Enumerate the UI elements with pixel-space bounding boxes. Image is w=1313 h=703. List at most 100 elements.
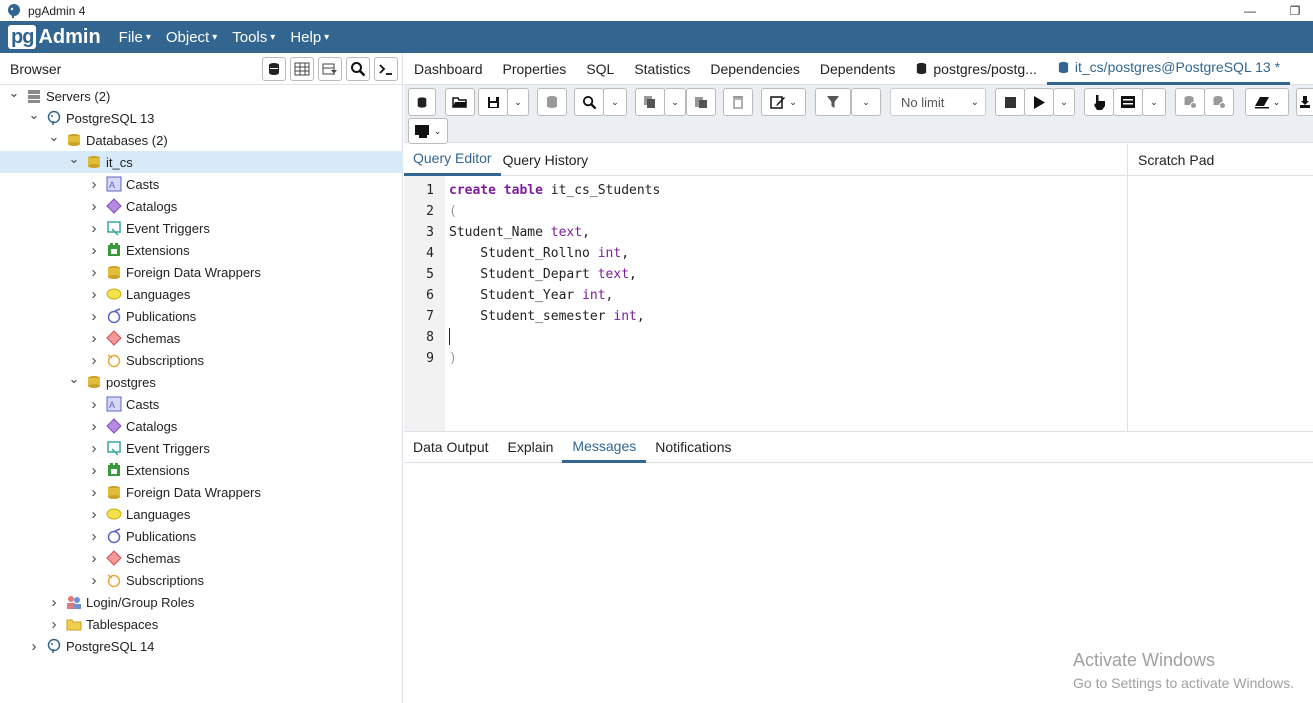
search-objects-button[interactable] [346, 56, 370, 81]
tree-node-casts[interactable]: › A Casts [0, 393, 403, 415]
chevron-right-icon[interactable]: › [28, 638, 40, 655]
filter-options-dropdown[interactable]: ⌄ [851, 88, 881, 116]
chevron-right-icon[interactable]: › [88, 176, 100, 193]
chevron-right-icon[interactable]: › [88, 440, 100, 457]
chevron-down-icon[interactable]: ⌄ [28, 107, 40, 123]
chevron-right-icon[interactable]: › [88, 572, 100, 589]
save-data-changes-button[interactable] [537, 88, 567, 116]
tree-node-subscriptions[interactable]: › Subscriptions [0, 349, 403, 371]
copy-button[interactable] [635, 88, 665, 116]
tab-it-cs-query[interactable]: it_cs/postgres@PostgreSQL 13 * [1046, 53, 1291, 85]
paste-button[interactable] [686, 88, 716, 116]
chevron-right-icon[interactable]: › [88, 220, 100, 237]
explain-analyze-button[interactable] [1113, 88, 1143, 116]
tab-query-history[interactable]: Query History [503, 144, 589, 176]
chevron-right-icon[interactable]: › [88, 264, 100, 281]
execute-button[interactable] [1024, 88, 1054, 116]
edit-button[interactable]: ⌄ [761, 88, 806, 116]
chevron-down-icon[interactable]: ⌄ [48, 129, 60, 145]
explain-options-dropdown[interactable]: ⌄ [1142, 88, 1166, 116]
tree-node-it-cs[interactable]: ⌄ it_cs [0, 151, 403, 173]
connection-button[interactable] [408, 88, 436, 116]
tab-messages[interactable]: Messages [562, 432, 647, 463]
tree-node-postgres[interactable]: ⌄ postgres [0, 371, 403, 393]
download-button[interactable] [1296, 88, 1313, 116]
chevron-right-icon[interactable]: › [88, 506, 100, 523]
tree-node-catalogs[interactable]: › Catalogs [0, 415, 403, 437]
tab-sql[interactable]: SQL [586, 53, 614, 85]
tree-node-servers-2[interactable]: ⌄ Servers (2) [0, 85, 403, 107]
tree-node-publications[interactable]: › Publications [0, 305, 403, 327]
tree-node-foreign-data-wrappers[interactable]: › Foreign Data Wrappers [0, 261, 403, 283]
execute-options-dropdown[interactable]: ⌄ [1053, 88, 1075, 116]
tab-dependents[interactable]: Dependents [820, 53, 896, 85]
tree-node-subscriptions[interactable]: › Subscriptions [0, 569, 403, 591]
row-limit-select[interactable]: No limit ⌄ [890, 88, 986, 116]
tree-node-login-group-roles[interactable]: › Login/Group Roles [0, 591, 403, 613]
tree-node-extensions[interactable]: › Extensions [0, 459, 403, 481]
filtered-rows-button[interactable] [318, 56, 342, 81]
tree-node-publications[interactable]: › Publications [0, 525, 403, 547]
restore-button[interactable]: ❐ [1277, 0, 1313, 21]
chevron-right-icon[interactable]: › [88, 396, 100, 413]
filter-button[interactable] [815, 88, 851, 116]
open-file-button[interactable] [445, 88, 475, 116]
delete-button[interactable] [723, 88, 753, 116]
view-data-button[interactable] [290, 56, 314, 81]
tree-node-event-triggers[interactable]: › Event Triggers [0, 217, 403, 239]
tab-dashboard[interactable]: Dashboard [414, 53, 483, 85]
chevron-right-icon[interactable]: › [88, 330, 100, 347]
tab-postgres-query[interactable]: postgres/postg... [915, 53, 1037, 85]
object-explorer-query-tool-button[interactable] [262, 56, 286, 81]
chevron-right-icon[interactable]: › [88, 198, 100, 215]
copy-options-dropdown[interactable]: ⌄ [664, 88, 686, 116]
tab-properties[interactable]: Properties [503, 53, 567, 85]
rollback-button[interactable] [1204, 88, 1234, 116]
tree-node-tablespaces[interactable]: › Tablespaces [0, 613, 403, 635]
chevron-right-icon[interactable]: › [88, 308, 100, 325]
menu-file[interactable]: File ▾ [119, 29, 151, 46]
chevron-down-icon[interactable]: ⌄ [68, 151, 80, 167]
tree-node-languages[interactable]: › Languages [0, 283, 403, 305]
clear-button[interactable]: ⌄ [1245, 88, 1289, 116]
tab-notifications[interactable]: Notifications [655, 432, 731, 463]
tree-node-schemas[interactable]: › Schemas [0, 547, 403, 569]
chevron-right-icon[interactable]: › [88, 528, 100, 545]
tree-node-catalogs[interactable]: › Catalogs [0, 195, 403, 217]
tree-node-foreign-data-wrappers[interactable]: › Foreign Data Wrappers [0, 481, 403, 503]
commit-button[interactable] [1175, 88, 1205, 116]
find-options-dropdown[interactable]: ⌄ [603, 88, 627, 116]
chevron-right-icon[interactable]: › [48, 594, 60, 611]
chevron-down-icon[interactable]: ⌄ [8, 85, 20, 101]
psql-tool-button[interactable] [374, 56, 398, 81]
tree-node-event-triggers[interactable]: › Event Triggers [0, 437, 403, 459]
tab-query-editor[interactable]: Query Editor [404, 144, 501, 176]
tree-node-extensions[interactable]: › Extensions [0, 239, 403, 261]
explain-button[interactable] [1084, 88, 1114, 116]
chevron-right-icon[interactable]: › [88, 286, 100, 303]
tree-node-databases-2[interactable]: ⌄ Databases (2) [0, 129, 403, 151]
tab-dependencies[interactable]: Dependencies [710, 53, 800, 85]
chevron-right-icon[interactable]: › [88, 484, 100, 501]
tree-node-languages[interactable]: › Languages [0, 503, 403, 525]
chevron-right-icon[interactable]: › [88, 462, 100, 479]
chevron-down-icon[interactable]: ⌄ [68, 371, 80, 387]
chevron-right-icon[interactable]: › [88, 242, 100, 259]
tree-node-postgresql-13[interactable]: ⌄ PostgreSQL 13 [0, 107, 403, 129]
save-file-button[interactable] [478, 88, 508, 116]
sql-editor[interactable]: 1 2 3 4 5 6 7 8 9 create table it_cs_Students (St… [404, 176, 1127, 431]
save-options-dropdown[interactable]: ⌄ [507, 88, 529, 116]
tree-node-schemas[interactable]: › Schemas [0, 327, 403, 349]
menu-tools[interactable]: Tools ▾ [232, 29, 275, 46]
tree-node-casts[interactable]: › A Casts [0, 173, 403, 195]
tree-node-postgresql-14[interactable]: › PostgreSQL 14 [0, 635, 403, 657]
chevron-right-icon[interactable]: › [88, 550, 100, 567]
menu-object[interactable]: Object ▾ [166, 29, 217, 46]
find-button[interactable] [574, 88, 604, 116]
tab-statistics[interactable]: Statistics [634, 53, 690, 85]
minimize-button[interactable]: — [1232, 0, 1268, 21]
tab-data-output[interactable]: Data Output [413, 432, 489, 463]
tab-explain[interactable]: Explain [508, 432, 554, 463]
menu-help[interactable]: Help ▾ [290, 29, 329, 46]
chevron-right-icon[interactable]: › [48, 616, 60, 633]
